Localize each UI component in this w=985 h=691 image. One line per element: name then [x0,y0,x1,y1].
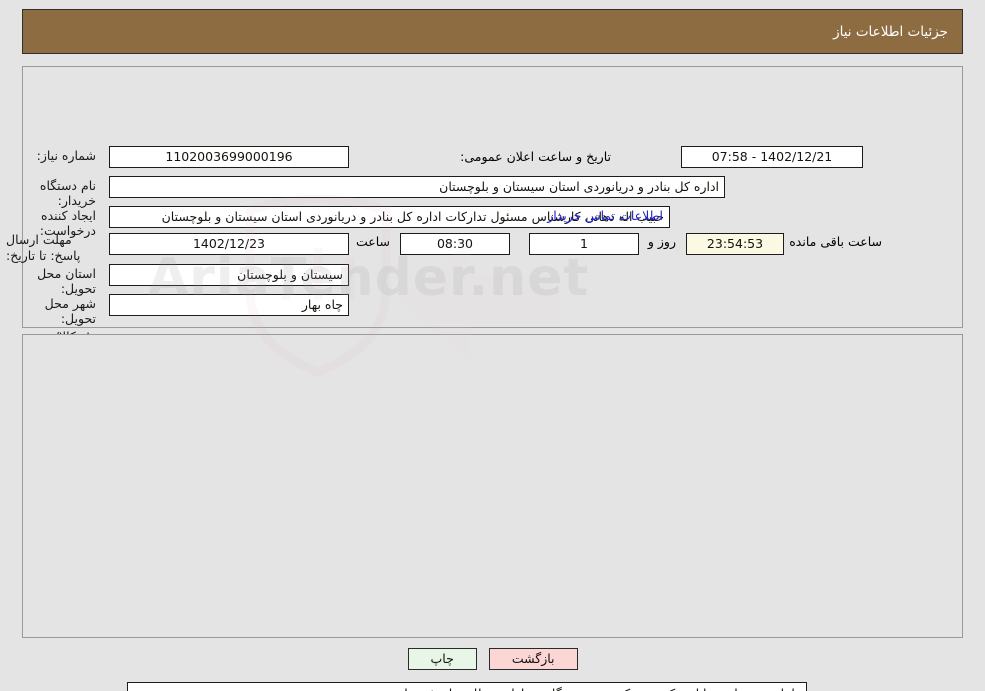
delivery-province-label: استان محل تحویل: [37,266,96,296]
page-root: جزئیات اطلاعات نیاز شماره نیاز: 11020036… [0,0,985,691]
public-announce-field[interactable]: 1402/12/21 - 07:58 [681,146,863,168]
buyer-contact-link[interactable]: اطلاعات تماس خریدار [547,208,663,223]
remaining-days-field: 1 [529,233,639,255]
page-header: جزئیات اطلاعات نیاز [22,9,963,54]
description-textarea[interactable]: طراحی و ساخت تابلوی کوی مسکونی بندر و یگ… [127,682,807,691]
back-button[interactable]: بازگشت [488,648,578,670]
need-summary-panel: شماره نیاز: 1102003699000196 تاریخ و ساع… [6,66,963,392]
need-number-field[interactable]: 1102003699000196 [109,146,349,168]
print-button[interactable]: چاپ [407,648,477,670]
page-title: جزئیات اطلاعات نیاز [833,23,948,40]
countdown-timer: 23:54:53 [686,233,784,255]
need-details-panel: شرح کلی نیاز: طراحی و ساخت تابلوی کوی مس… [22,334,963,691]
buyer-org-label: نام دستگاه خریدار: [39,178,96,208]
delivery-city-label: شهر محل تحویل: [44,296,96,326]
remaining-hours-label: ساعت باقی مانده [789,234,882,249]
delivery-province-field[interactable]: سیستان و بلوچستان [109,264,349,286]
response-deadline-label: مهلت ارسال پاسخ: تا تاریخ: [6,232,81,263]
deadline-hour-field[interactable]: 08:30 [400,233,510,255]
deadline-date-field[interactable]: 1402/12/23 [109,233,349,255]
public-announce-label: تاریخ و ساعت اعلان عمومی: [460,149,611,164]
day-and-label: روز و [647,234,676,249]
action-button-bar: بازگشت چاپ [0,648,985,670]
buyer-org-field[interactable]: اداره کل بنادر و دریانوردی استان سیستان … [109,176,725,198]
need-number-label: شماره نیاز: [36,148,96,163]
delivery-city-field[interactable]: چاه بهار [109,294,349,316]
deadline-hour-label: ساعت [355,234,390,249]
